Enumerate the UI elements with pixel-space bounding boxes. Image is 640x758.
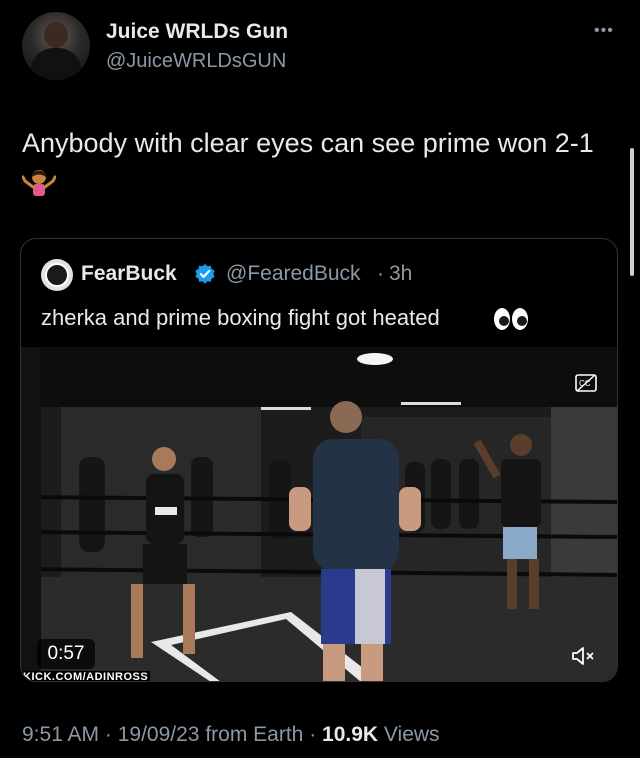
views-count: 10.9K xyxy=(322,723,379,746)
tweet-text: Anybody with clear eyes can see prime wo… xyxy=(22,128,594,158)
fighter-right xyxy=(473,434,541,609)
quoted-author-name[interactable]: FearBuck xyxy=(81,262,177,286)
avatar-ball xyxy=(45,263,69,287)
tweet-source: from Earth xyxy=(199,723,304,746)
quoted-author-avatar[interactable] xyxy=(41,259,73,291)
quoted-author-handle[interactable]: @FearedBuck xyxy=(226,262,361,286)
meta-separator: · xyxy=(99,723,118,746)
video-duration: 0:57 xyxy=(37,639,95,669)
shrug-emoji-icon xyxy=(22,170,56,196)
quoted-timestamp[interactable]: 3h xyxy=(389,262,412,286)
mute-toggle-icon[interactable] xyxy=(571,645,595,667)
author-handle[interactable]: @JuiceWRLDsGUN xyxy=(106,50,286,73)
video-watermark: KICK.COM/ADINROSS xyxy=(21,671,151,682)
verified-badge-icon xyxy=(195,264,215,284)
closed-captions-icon[interactable]: CC xyxy=(575,373,597,393)
author-avatar[interactable] xyxy=(22,12,90,80)
page-scrollbar[interactable] xyxy=(630,148,634,276)
author-display-name[interactable]: Juice WRLDs Gun xyxy=(106,20,288,44)
video-player[interactable]: CC 0:57 KICK.COM/ADINROSS xyxy=(21,347,617,682)
meta-separator: · xyxy=(303,723,323,746)
separator-dot: · xyxy=(377,262,384,285)
views-label: Views xyxy=(378,723,440,746)
avatar-body xyxy=(30,48,82,80)
avatar-head xyxy=(44,22,68,48)
quoted-tweet-text: zherka and prime boxing fight got heated xyxy=(41,305,440,330)
more-options-icon[interactable]: ••• xyxy=(594,22,614,40)
tweet-time[interactable]: 9:51 AM xyxy=(22,723,99,746)
tweet-meta: 9:51 AM · 19/09/23 from Earth · 10.9K Vi… xyxy=(22,723,440,747)
quoted-tweet-card[interactable]: FearBuck @FearedBuck · 3h zherka and pri… xyxy=(20,238,618,682)
eyes-emoji-icon xyxy=(494,308,528,330)
tweet-date[interactable]: 19/09/23 xyxy=(118,723,200,746)
